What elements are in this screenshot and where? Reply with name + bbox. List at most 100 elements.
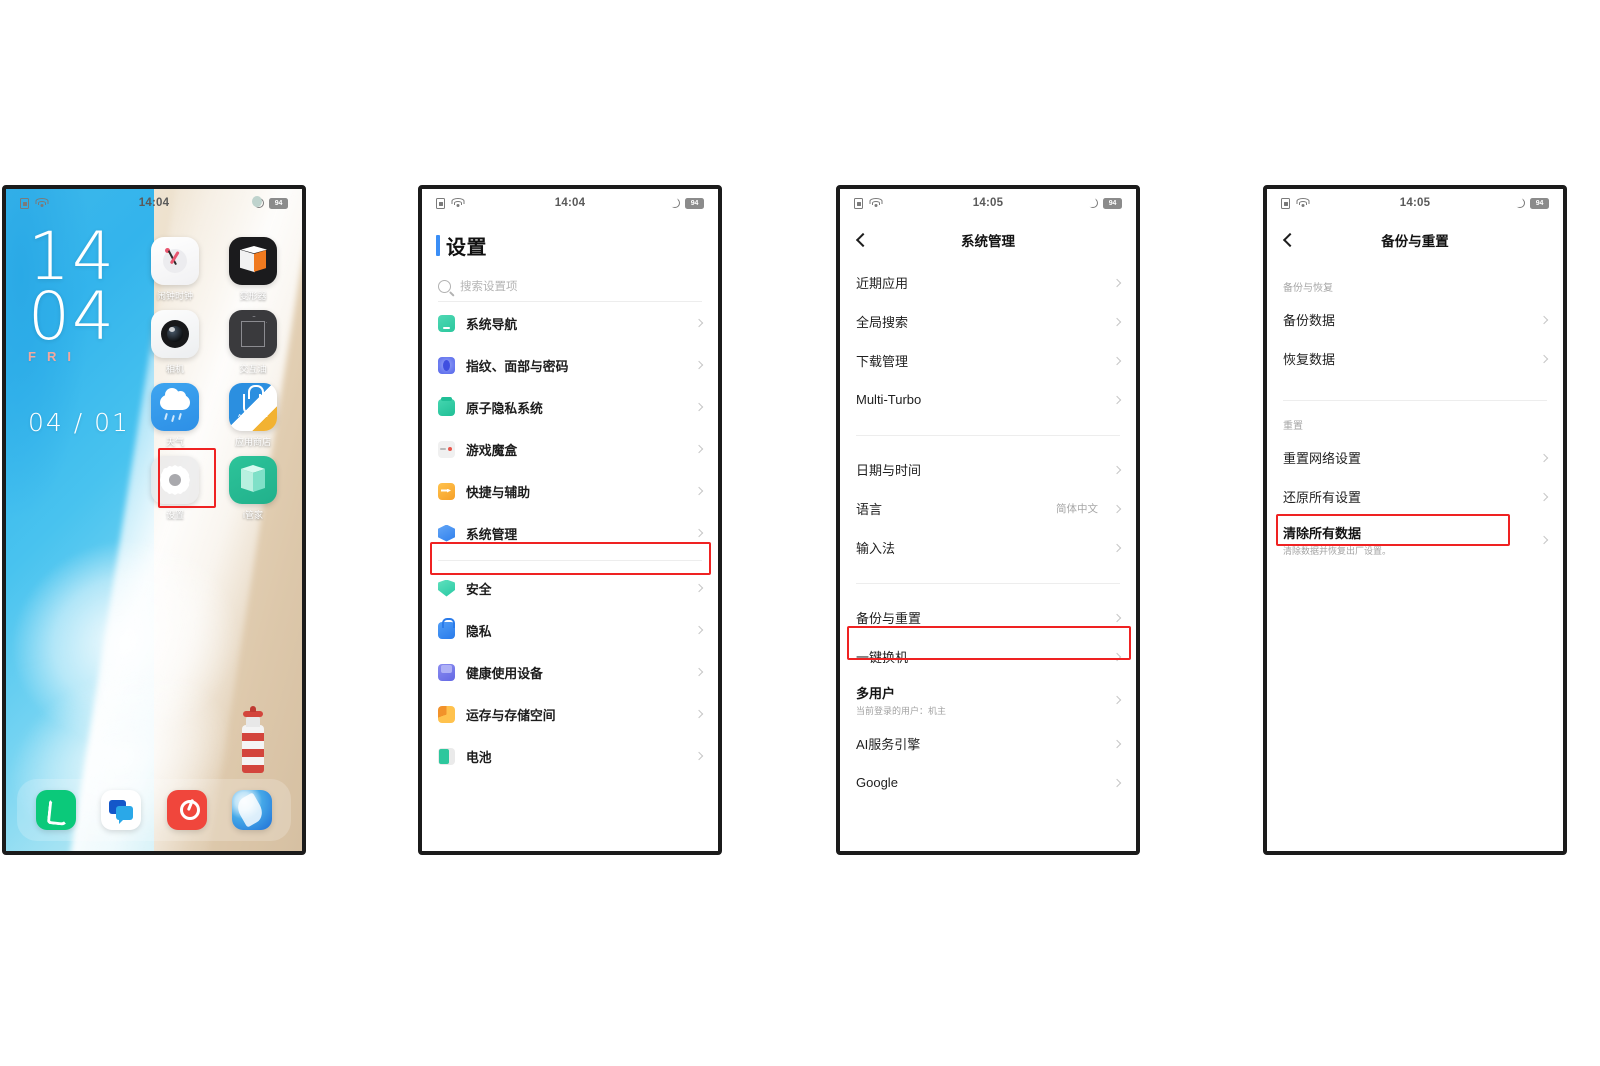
settings-group-2: 安全 隐私 健康使用设备 运存与存储空间 电池 [422, 567, 718, 777]
alarm-clock-icon [151, 237, 199, 285]
game-box-icon [438, 440, 455, 458]
phone-3-screen: 14:05 94 系统管理 近期应用 全局搜索 下载管理 Multi-Turbo… [840, 189, 1136, 851]
messages-icon[interactable] [101, 790, 142, 830]
search-input[interactable]: 搜索设置项 [438, 278, 702, 302]
chevron-right-icon [1112, 504, 1122, 513]
app-icon-interactive[interactable]: 交互油 [220, 310, 286, 375]
app-label: 应用商店 [234, 437, 271, 447]
digital-wellbeing-icon [438, 663, 455, 681]
section-label-reset: 重置 [1283, 421, 1303, 432]
music-icon[interactable] [166, 790, 207, 830]
chevron-right-icon [694, 667, 704, 677]
settings-row-privacy[interactable]: 隐私 [438, 609, 704, 651]
settings-row-storage[interactable]: 运存与存储空间 [438, 693, 704, 735]
system-navigation-icon [438, 314, 455, 332]
row-input-method[interactable]: 输入法 [856, 528, 1122, 567]
page-title: 设置 [422, 217, 718, 264]
status-right-icons: 94 [1475, 196, 1549, 209]
settings-row-system-management[interactable]: 系统管理 [438, 512, 704, 554]
chevron-right-icon [1112, 465, 1122, 474]
group-divider [856, 583, 1120, 584]
settings-row-game-box[interactable]: 游戏魔盒 [438, 428, 704, 470]
settings-row-system-navigation[interactable]: 系统导航 [438, 302, 704, 344]
chevron-right-icon [1112, 278, 1122, 287]
status-right-icons: 94 [214, 196, 288, 209]
row-erase-all-data[interactable]: 清除所有数据 清除数据并恢复出厂设置。 [1283, 516, 1549, 564]
back-chevron-icon[interactable] [855, 232, 871, 248]
title-accent-bar [436, 235, 440, 256]
settings-row-shortcuts[interactable]: 快捷与辅助 [438, 470, 704, 512]
row-backup-data[interactable]: 备份数据 [1283, 300, 1549, 339]
settings-group-1: 系统导航 指纹、面部与密码 原子隐私系统 游戏魔盒 快捷与辅助 系统管理 [422, 302, 718, 554]
phone-1-home-screen: 14:04 94 14 04 FRI 04 / 01 闹钟时钟 变形器 相机 交… [2, 185, 306, 855]
app-grid: 闹钟时钟 变形器 相机 交互油 天气 APP STORE 应用商店 设置 i管家 [142, 237, 286, 521]
chevron-right-icon [694, 751, 704, 761]
row-download-management[interactable]: 下载管理 [856, 341, 1122, 380]
row-backup-and-reset[interactable]: 备份与重置 [856, 598, 1122, 637]
app-icon-settings[interactable]: 设置 [142, 456, 208, 521]
chevron-right-icon [694, 625, 704, 635]
camera-icon [151, 310, 199, 358]
chevron-right-icon [694, 318, 704, 328]
app-icon-weather[interactable]: 天气 [142, 383, 208, 448]
row-restore-all-settings[interactable]: 还原所有设置 [1283, 477, 1549, 516]
chevron-right-icon [1539, 492, 1549, 501]
row-recent-apps[interactable]: 近期应用 [856, 263, 1122, 302]
row-date-and-time[interactable]: 日期与时间 [856, 450, 1122, 489]
settings-row-digital-wellbeing[interactable]: 健康使用设备 [438, 651, 704, 693]
dock [17, 779, 291, 841]
battery-icon: 94 [269, 197, 288, 209]
browser-icon[interactable] [232, 790, 273, 830]
phone-4-backup-and-reset: 14:05 94 备份与重置 备份与恢复 备份数据 恢复数据 重置 重置网络设置… [1263, 185, 1567, 855]
chevron-right-icon [694, 360, 704, 370]
row-multi-turbo[interactable]: Multi-Turbo [856, 380, 1122, 419]
sim-card-icon [854, 197, 863, 209]
chevron-right-icon [694, 709, 704, 719]
backup-section: 备份数据 恢复数据 [1267, 300, 1563, 378]
chevron-right-icon [1112, 317, 1122, 326]
chevron-right-icon [1112, 778, 1122, 787]
row-reset-network-settings[interactable]: 重置网络设置 [1283, 438, 1549, 477]
do-not-disturb-moon-icon [1085, 196, 1098, 208]
phone-icon[interactable] [35, 790, 76, 830]
erase-all-data-subtitle: 清除数据并恢复出厂设置。 [1283, 546, 1392, 556]
chevron-right-icon [694, 402, 704, 412]
row-multi-user[interactable]: 多用户 当前登录的用户：机主 [856, 676, 1122, 724]
clock-widget: 14 04 FRI 04 / 01 [28, 224, 130, 438]
app-icon-i-manager[interactable]: i管家 [220, 456, 286, 521]
clock-minutes: 04 [28, 278, 116, 355]
settings-row-battery[interactable]: 电池 [438, 735, 704, 777]
do-not-disturb-moon-icon [1512, 196, 1525, 208]
phone-4-screen: 14:05 94 备份与重置 备份与恢复 备份数据 恢复数据 重置 重置网络设置… [1267, 189, 1563, 851]
phone-1-screen: 14:04 94 14 04 FRI 04 / 01 闹钟时钟 变形器 相机 交… [6, 189, 302, 851]
row-ai-service-engine[interactable]: AI服务引擎 [856, 724, 1122, 763]
app-icon-alarm-clock[interactable]: 闹钟时钟 [142, 237, 208, 302]
fingerprint-face-password-icon [438, 356, 455, 374]
app-icon-transformer[interactable]: 变形器 [220, 237, 286, 302]
back-chevron-icon[interactable] [1282, 232, 1298, 248]
settings-row-fingerprint[interactable]: 指纹、面部与密码 [438, 344, 704, 386]
app-icon-camera[interactable]: 相机 [142, 310, 208, 375]
status-right-icons: 94 [630, 196, 704, 209]
row-one-key-transfer[interactable]: 一键换机 [856, 637, 1122, 676]
settings-body: 设置 搜索设置项 系统导航 指纹、面部与密码 原子隐私系统 游戏魔盒 快捷与辅助… [422, 217, 718, 851]
app-label: 天气 [165, 437, 184, 447]
battery-icon: 94 [685, 197, 704, 209]
status-left-icons [436, 197, 510, 209]
row-global-search[interactable]: 全局搜索 [856, 302, 1122, 341]
phone-2-settings: 14:04 94 设置 搜索设置项 系统导航 指纹、面部与密码 原子隐私系统 游… [418, 185, 722, 855]
nav-title: 系统管理 [961, 234, 1015, 249]
app-icon-app-store[interactable]: APP STORE 应用商店 [220, 383, 286, 448]
row-restore-data[interactable]: 恢复数据 [1283, 339, 1549, 378]
row-language[interactable]: 语言 简体中文 [856, 489, 1122, 528]
settings-row-security[interactable]: 安全 [438, 567, 704, 609]
wifi-icon [451, 198, 464, 208]
group-divider [1283, 400, 1547, 401]
system-management-icon [438, 524, 455, 542]
phone-2-screen: 14:04 94 设置 搜索设置项 系统导航 指纹、面部与密码 原子隐私系统 游… [422, 189, 718, 851]
section-label-backup-restore: 备份与恢复 [1283, 283, 1333, 294]
row-google[interactable]: Google [856, 763, 1122, 802]
settings-row-atomic-privacy[interactable]: 原子隐私系统 [438, 386, 704, 428]
chevron-right-icon [694, 486, 704, 496]
wifi-icon [35, 198, 48, 208]
